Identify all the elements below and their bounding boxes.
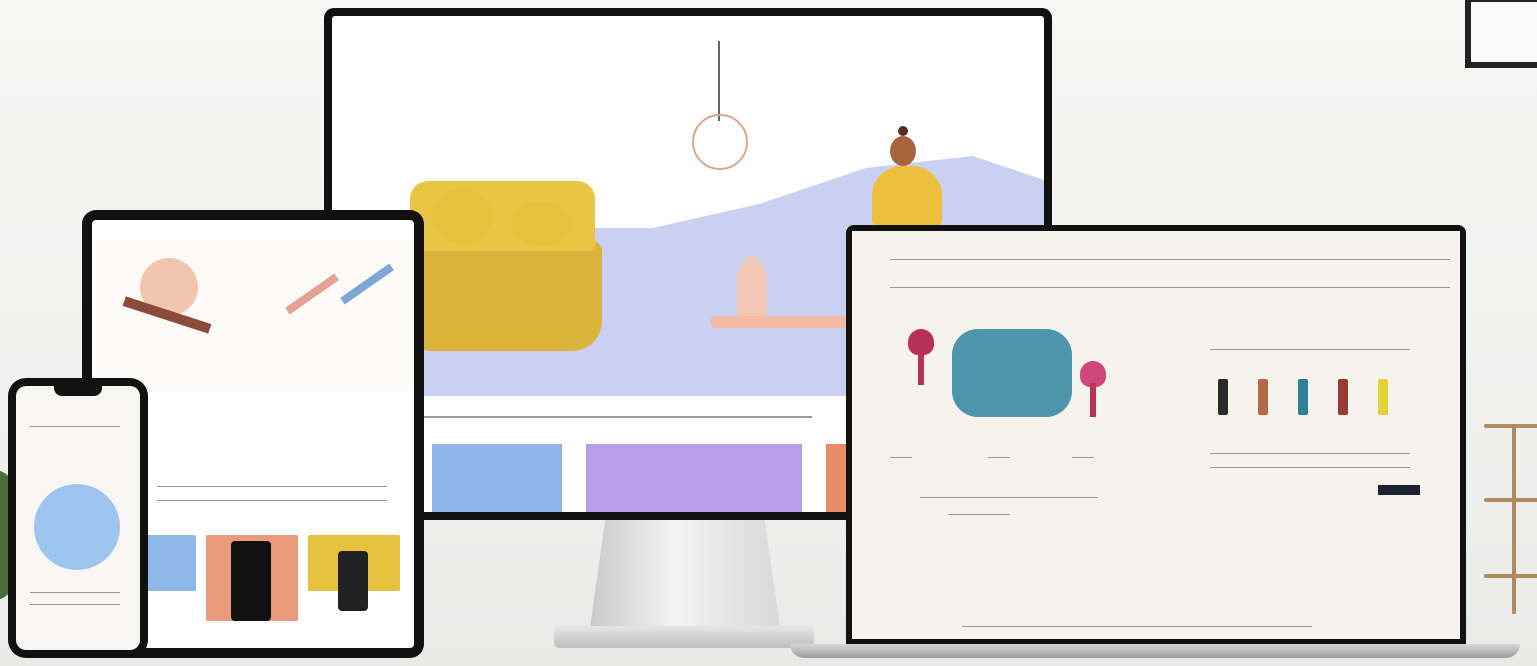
color-swatches (1218, 379, 1388, 415)
person-head (890, 136, 916, 166)
person-illustration (872, 126, 942, 226)
tablet-divider (157, 486, 387, 487)
laptop-screen (852, 231, 1460, 639)
phone-notch (54, 386, 102, 396)
case-body (402, 241, 602, 351)
monitor-section-divider (422, 416, 812, 418)
shelf-leg (1512, 424, 1516, 614)
phone-divider (30, 426, 120, 427)
color-swatch[interactable] (1258, 379, 1268, 415)
monitor-stand-base (554, 626, 814, 648)
phone-divider (30, 604, 120, 605)
phone-product-image (231, 541, 271, 621)
laptop-nav-divider (890, 259, 1450, 260)
pendant-lamp-cord (718, 41, 720, 121)
monitor-nav (372, 22, 1004, 36)
monitor-stand-neck (590, 520, 780, 628)
shelf-board (1484, 574, 1537, 578)
product-tile[interactable] (586, 444, 802, 512)
color-swatch[interactable] (1298, 379, 1308, 415)
add-to-cart-button[interactable] (1378, 485, 1420, 495)
tablet-product-card[interactable] (206, 535, 298, 621)
option-divider (1210, 467, 1410, 468)
label-underline (890, 457, 912, 458)
phone-device (8, 378, 148, 658)
related-divider (948, 514, 1010, 515)
tablet-hero-image (92, 240, 414, 390)
earbuds-case-image (402, 181, 602, 351)
color-swatch[interactable] (1378, 379, 1388, 415)
label-underline (988, 457, 1010, 458)
table-illustration (710, 316, 850, 328)
color-swatch[interactable] (1218, 379, 1228, 415)
earbud-left (432, 189, 492, 244)
product-tile[interactable] (432, 444, 562, 512)
option-divider (1210, 453, 1410, 454)
wall-picture-frame (1465, 0, 1537, 68)
phone-divider (30, 592, 120, 593)
earbud-left-stem (918, 351, 924, 385)
vase-illustration (737, 256, 767, 316)
brush-image (285, 273, 339, 315)
tablet-divider (157, 500, 387, 501)
person-body (872, 166, 942, 226)
laptop-device (846, 225, 1466, 645)
tablet-product-card[interactable] (308, 535, 400, 611)
pendant-lamp-ring (692, 114, 748, 170)
earbud-right-stem (1090, 383, 1096, 417)
shelf-board (1484, 498, 1537, 502)
laptop-base (790, 644, 1520, 658)
phone-screen (16, 386, 140, 650)
phone-product-image (34, 484, 120, 570)
option-divider (1210, 349, 1410, 350)
earbud-right (512, 201, 572, 246)
device-product-image (338, 551, 368, 611)
tablet-product-card[interactable] (144, 535, 196, 591)
shelf-board (1484, 424, 1537, 428)
label-underline (1072, 457, 1094, 458)
footer-divider (962, 626, 1312, 627)
side-shelf (1484, 424, 1537, 624)
laptop-divider (890, 287, 1450, 288)
speaker-product-image (952, 329, 1072, 417)
brush-image (340, 263, 394, 305)
related-divider (920, 497, 1098, 498)
color-swatch[interactable] (1338, 379, 1348, 415)
person-hair-bun (898, 126, 908, 136)
